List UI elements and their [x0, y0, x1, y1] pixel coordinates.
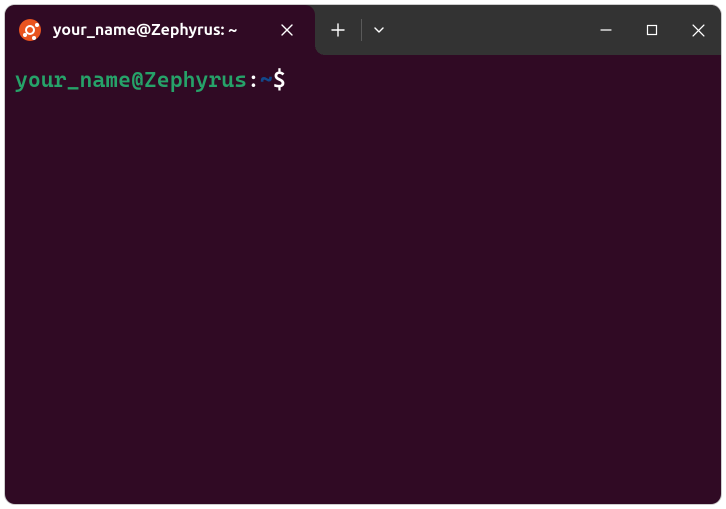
prompt-path: ~	[260, 68, 273, 93]
tab-close-button[interactable]	[273, 16, 301, 44]
tab-actions	[315, 5, 396, 55]
ubuntu-logo-icon	[19, 19, 41, 41]
window-controls	[583, 5, 721, 55]
prompt-symbol: $	[273, 68, 286, 93]
titlebar[interactable]: your_name@Zephyrus: ~	[5, 5, 721, 55]
window-close-button[interactable]	[675, 5, 721, 55]
prompt-separator: :	[247, 68, 260, 93]
maximize-button[interactable]	[629, 5, 675, 55]
terminal-body[interactable]: your_name@Zephyrus:~$	[5, 55, 721, 107]
tab-active[interactable]: your_name@Zephyrus: ~	[5, 5, 315, 55]
tab-title: your_name@Zephyrus: ~	[53, 21, 261, 39]
terminal-window: your_name@Zephyrus: ~	[5, 5, 721, 504]
cursor	[286, 68, 297, 90]
prompt-user-host: your_name@Zephyrus	[15, 68, 247, 93]
minimize-button[interactable]	[583, 5, 629, 55]
tab-dropdown-button[interactable]	[362, 5, 396, 55]
